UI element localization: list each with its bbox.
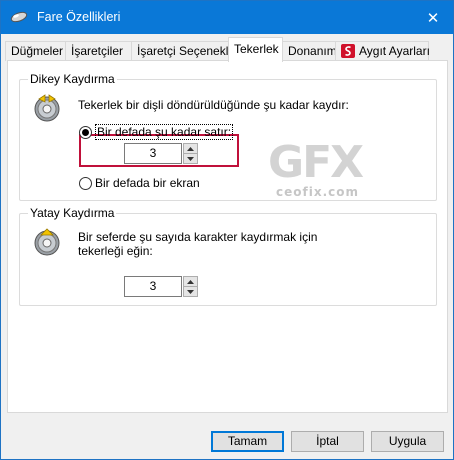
horizontal-scroll-prompt-line2: tekerleği eğin: (78, 244, 153, 258)
chars-spinner[interactable]: 3 (124, 276, 198, 297)
ok-button[interactable]: Tamam (211, 431, 284, 452)
wheel-tab-panel: Dikey Kaydırma Tekerlek bir dişli döndür… (7, 60, 448, 413)
chars-input[interactable]: 3 (124, 276, 182, 297)
tab-pointer-options[interactable]: İşaretçi Seçenekleri (131, 41, 242, 61)
tab-hardware[interactable]: Donanım (282, 41, 337, 61)
scroll-screen-radio[interactable]: Bir defada bir ekran (79, 176, 200, 190)
window-title: Fare Özellikleri (37, 10, 121, 24)
tab-wheel[interactable]: Tekerlek (228, 37, 283, 62)
lines-input[interactable]: 3 (124, 143, 182, 164)
radio-indicator (79, 125, 92, 139)
vertical-scrolling-legend: Dikey Kaydırma (28, 72, 117, 86)
tab-buttons[interactable]: Düğmeler (5, 41, 66, 61)
tab-pointers[interactable]: İşaretçiler (65, 41, 132, 61)
title-bar: Fare Özellikleri ✕ (1, 1, 453, 34)
mouse-properties-window: Fare Özellikleri ✕ Düğmeler İşaretçiler … (0, 0, 454, 460)
watermark-site: ceofix.com (276, 185, 359, 199)
close-button[interactable]: ✕ (413, 1, 453, 34)
horizontal-scrolling-group: Yatay Kaydırma Bir seferde şu sayıda kar… (19, 206, 437, 306)
apply-button[interactable]: Uygula (371, 431, 444, 452)
arrow-down-icon (187, 289, 194, 294)
chars-spinner-arrows (183, 276, 198, 297)
close-icon: ✕ (426, 9, 440, 27)
vertical-scroll-prompt: Tekerlek bir dişli döndürüldüğünde şu ka… (78, 98, 349, 112)
tab-label: İşaretçi Seçenekleri (137, 44, 242, 58)
scroll-lines-label: Bir defada şu kadar satır: (95, 124, 234, 140)
arrow-up-icon (187, 146, 194, 151)
tab-label: İşaretçiler (71, 44, 124, 58)
vertical-scrolling-group: Dikey Kaydırma Tekerlek bir dişli döndür… (19, 72, 437, 201)
mouse-icon (10, 11, 28, 26)
tab-label: Donanım (288, 44, 337, 58)
tab-strip: Düğmeler İşaretçiler İşaretçi Seçenekler… (1, 34, 453, 62)
lines-spinner-arrows (183, 143, 198, 164)
arrow-up-icon (187, 279, 194, 284)
watermark-brand: GFX (268, 137, 364, 188)
lines-down-button[interactable] (183, 154, 198, 164)
scroll-lines-radio[interactable]: Bir defada şu kadar satır: (79, 124, 234, 140)
mouse-tilt-wheel-icon (33, 226, 61, 261)
chars-down-button[interactable] (183, 287, 198, 297)
chars-up-button[interactable] (183, 276, 198, 287)
watermark: GFX ceofix.com (268, 137, 364, 200)
horizontal-scrolling-legend: Yatay Kaydırma (28, 206, 117, 220)
tab-label: Aygıt Ayarları (359, 44, 430, 58)
lines-up-button[interactable] (183, 143, 198, 154)
lines-spinner[interactable]: 3 (124, 143, 198, 164)
cancel-button[interactable]: İptal (291, 431, 364, 452)
tab-label: Düğmeler (11, 44, 64, 58)
tab-label: Tekerlek (234, 42, 279, 56)
horizontal-scroll-prompt-line1: Bir seferde şu sayıda karakter kaydırmak… (78, 230, 318, 244)
scroll-screen-label: Bir defada bir ekran (95, 176, 200, 190)
radio-indicator (79, 176, 92, 190)
mouse-wheel-icon (33, 92, 61, 127)
arrow-down-icon (187, 156, 194, 161)
tab-device-settings[interactable]: Aygıt Ayarları (335, 41, 430, 61)
